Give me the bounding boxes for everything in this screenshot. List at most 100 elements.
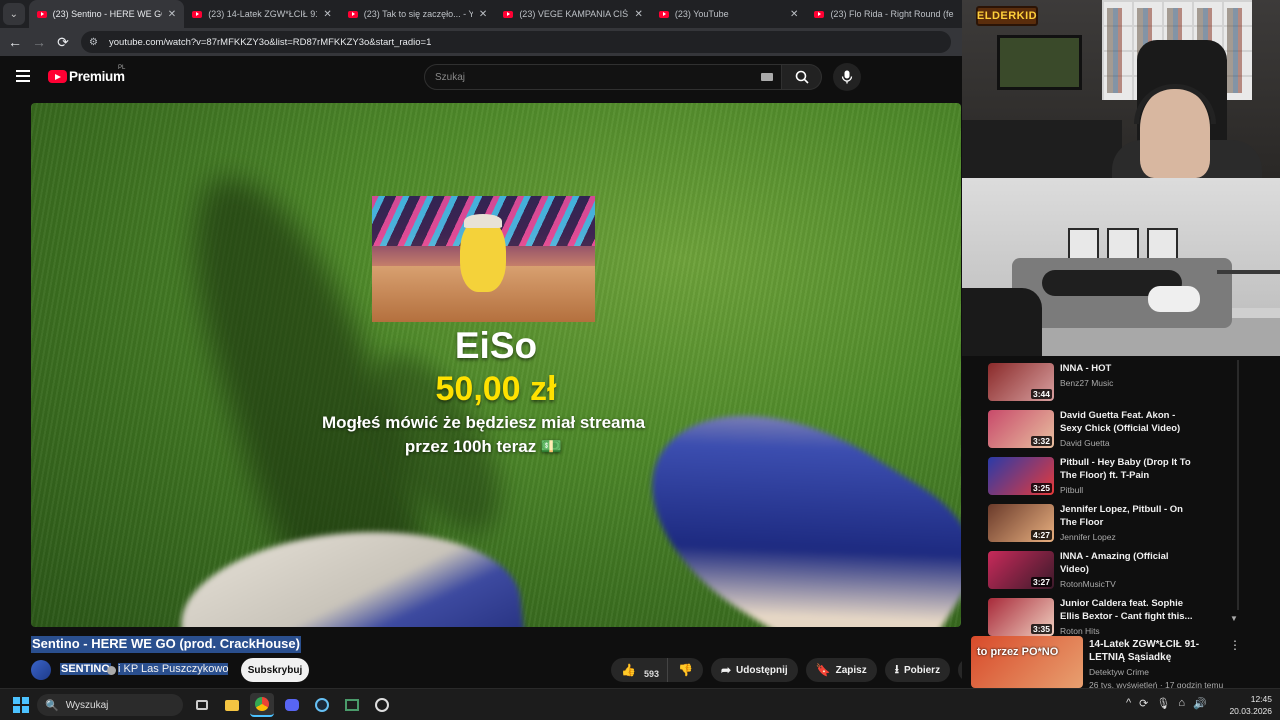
save-button[interactable]: 🔖 Zapisz <box>805 658 877 682</box>
site-info-icon[interactable]: ⚙ <box>89 36 101 48</box>
youtube-favicon-icon <box>503 10 514 18</box>
video-duration: 3:25 <box>1030 483 1052 493</box>
voice-search-button[interactable] <box>833 63 861 91</box>
video-thumbnail[interactable]: 3:27 <box>988 551 1054 589</box>
sidebar-scrollbar[interactable] <box>1237 360 1239 610</box>
video-thumbnail[interactable]: to przez PO*NO <box>971 636 1083 688</box>
youtube-header: Premium PL Szukaj <box>0 56 962 100</box>
recommendation-item[interactable]: 4:27 Jennifer Lopez, Pitbull - On The Flo… <box>988 503 1238 550</box>
clock[interactable]: 12:45 20.03.2026 <box>1222 693 1272 717</box>
reco-title[interactable]: INNA - Amazing (Official Video) <box>1060 550 1200 576</box>
task-view-icon[interactable] <box>190 693 214 717</box>
excel-icon[interactable] <box>340 693 364 717</box>
tab-search-button[interactable]: ⌄ <box>3 3 25 25</box>
collab-channel[interactable]: i KP Las Puszczykowo <box>118 663 229 675</box>
recommendation-item[interactable]: 3:44 INNA - HOT Benz27 Music <box>988 362 1238 409</box>
video-thumbnail[interactable]: 3:35 <box>988 598 1054 636</box>
reco-channel[interactable]: Detektyw Crime <box>1089 667 1149 677</box>
search-button[interactable] <box>782 64 822 90</box>
address-bar[interactable]: ⚙ youtube.com/watch?v=87rMFKKZY3o&list=R… <box>81 31 951 53</box>
reco-title[interactable]: INNA - HOT <box>1060 362 1200 375</box>
like-dislike-group: 👍 593 👎 <box>611 658 703 682</box>
reco-title[interactable]: David Guetta Feat. Akon - Sexy Chick (Of… <box>1060 409 1200 435</box>
recommendation-item[interactable]: 3:25 Pitbull - Hey Baby (Drop It To The F… <box>988 456 1238 503</box>
youtube-play-icon <box>48 70 67 83</box>
forward-button[interactable]: → <box>27 30 51 54</box>
chevron-up-icon[interactable]: ^ <box>1126 697 1131 710</box>
reco-channel[interactable]: Pitbull <box>1060 485 1083 495</box>
download-button[interactable]: ⭳ Pobierz <box>884 658 951 682</box>
reco-title[interactable]: Pitbull - Hey Baby (Drop It To The Floor… <box>1060 456 1200 482</box>
video-thumbnail[interactable]: 3:25 <box>988 457 1054 495</box>
system-tray: ^ ⟳ 🎙 ⌂ 🔊 <box>1126 697 1207 710</box>
recommendation-item[interactable]: 3:32 David Guetta Feat. Akon - Sexy Chick… <box>988 409 1238 456</box>
reco-channel[interactable]: Benz27 Music <box>1060 378 1113 388</box>
file-explorer-icon[interactable] <box>220 693 244 717</box>
video-player[interactable]: EiSo 50,00 zł Mogłeś mówić że będziesz m… <box>31 103 961 627</box>
share-button[interactable]: ➦ Udostępnij <box>710 658 798 682</box>
reco-title[interactable]: Jennifer Lopez, Pitbull - On The Floor <box>1060 503 1200 529</box>
microphone-icon[interactable]: 🎙 <box>1156 697 1170 710</box>
chrome-icon[interactable] <box>250 693 274 717</box>
reload-button[interactable]: ⟳ <box>51 30 75 54</box>
obs-icon[interactable] <box>370 693 394 717</box>
tab-close-icon[interactable]: ✕ <box>479 9 487 20</box>
reco-title[interactable]: 14-Latek ZGW*ŁCIŁ 91-LETNIĄ Sąsiadkę <box>1089 638 1229 664</box>
keyboard-icon[interactable] <box>761 73 773 81</box>
tab-5[interactable]: (23) Flo Rida - Right Round (feat. Ke$ha… <box>806 0 962 28</box>
share-icon: ➦ <box>720 663 731 677</box>
thumbs-down-icon: 👎 <box>677 663 693 677</box>
tab-close-icon[interactable]: ✕ <box>323 9 331 20</box>
windows-start-icon[interactable] <box>13 697 29 713</box>
reco-channel[interactable]: RotonMusicTV <box>1060 579 1116 589</box>
discord-icon[interactable] <box>280 693 304 717</box>
tab-2[interactable]: (23) Tak to się zaczęło... - YouTube ✕ <box>340 0 496 28</box>
tab-close-icon[interactable]: ✕ <box>168 9 176 20</box>
video-thumbnail[interactable]: 4:27 <box>988 504 1054 542</box>
youtube-favicon-icon <box>36 10 47 18</box>
tab-title: (23) Flo Rida - Right Round (feat. Ke$ha… <box>830 9 954 19</box>
search-input[interactable]: Szukaj <box>424 64 782 90</box>
menu-icon[interactable] <box>16 70 30 82</box>
reco-channel[interactable]: Roton Hits <box>1060 626 1100 636</box>
search-icon <box>795 70 809 84</box>
channel-avatar[interactable] <box>31 660 51 680</box>
browser-tabstrip: ⌄ (23) Sentino - HERE WE GO (prod. Crack… <box>0 0 962 28</box>
back-button[interactable]: ← <box>3 30 27 54</box>
taskbar-search[interactable]: 🔍 Wyszukaj <box>37 694 183 716</box>
tab-3[interactable]: (23) VEGE KAMPANIA CIŚNIENIA ✕ <box>495 0 651 28</box>
tab-close-icon[interactable]: ✕ <box>790 9 798 20</box>
tab-1[interactable]: (23) 14-Latek ZGW*ŁCIŁ 91-LETNIĄ Sąsiadk… <box>184 0 340 28</box>
screen: ⌄ (23) Sentino - HERE WE GO (prod. Crack… <box>0 0 1280 720</box>
dislike-button[interactable]: 👎 <box>666 658 703 682</box>
donation-donor: EiSo <box>454 325 538 366</box>
featured-recommendation[interactable]: to przez PO*NO 14-Latek ZGW*ŁCIŁ 91-LETN… <box>971 636 1241 690</box>
more-options-icon[interactable]: ⋮ <box>1229 638 1241 652</box>
verified-icon <box>107 666 116 675</box>
video-title: Sentino - HERE WE GO (prod. CrackHouse) <box>31 636 301 653</box>
channel-name[interactable]: SENTINO <box>60 663 111 675</box>
wifi-icon[interactable]: ⌂ <box>1178 697 1185 710</box>
tab-close-icon[interactable]: ✕ <box>634 9 642 20</box>
like-button[interactable]: 👍 593 <box>611 658 667 682</box>
youtube-logo[interactable]: Premium PL <box>48 65 125 84</box>
tab-4[interactable]: (23) YouTube ✕ <box>651 0 807 28</box>
video-thumbnail[interactable]: 3:44 <box>988 363 1054 401</box>
tab-0[interactable]: (23) Sentino - HERE WE GO (prod. CrackHo… <box>28 0 185 28</box>
reco-title[interactable]: Junior Caldera feat. Sophie Ellis Bextor… <box>1060 597 1200 623</box>
video-thumbnail[interactable]: 3:32 <box>988 410 1054 448</box>
logo-text: Premium <box>69 69 125 84</box>
channel-row: SENTINO i KP Las Puszczykowo Subskrybuj … <box>31 658 983 682</box>
scroll-down-icon[interactable]: ▼ <box>1230 614 1238 623</box>
recommendation-item[interactable]: 3:27 INNA - Amazing (Official Video) Roton… <box>988 550 1238 597</box>
sync-icon[interactable]: ⟳ <box>1139 697 1148 710</box>
volume-icon[interactable]: 🔊 <box>1193 697 1207 710</box>
reco-channel[interactable]: David Guetta <box>1060 438 1110 448</box>
subscribe-button[interactable]: Subskrybuj <box>241 658 309 682</box>
browser-toolbar: ← → ⟳ ⚙ youtube.com/watch?v=87rMFKKZY3o&… <box>0 28 962 56</box>
reco-channel[interactable]: Jennifer Lopez <box>1060 532 1116 542</box>
steam-icon[interactable] <box>310 693 334 717</box>
tab-title: (23) VEGE KAMPANIA CIŚNIENIA <box>519 9 629 19</box>
search-icon: 🔍 <box>45 699 59 712</box>
recommendation-list: 3:44 INNA - HOT Benz27 Music 3:32 David Guet… <box>988 362 1238 644</box>
